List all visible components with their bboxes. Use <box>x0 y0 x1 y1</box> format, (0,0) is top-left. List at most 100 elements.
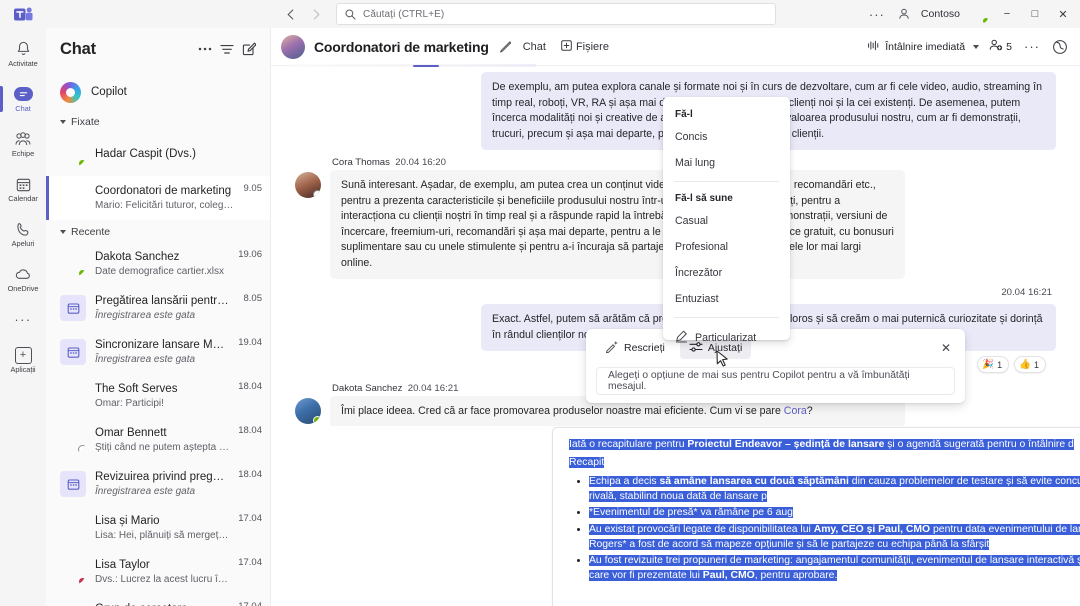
list-item: Au existat provocări legate de disponibi… <box>589 522 1080 552</box>
compose-content[interactable]: Iată o recapitulare pentru Proiectul End… <box>569 437 1080 584</box>
sidebar-label-activity: Activitate <box>8 58 38 68</box>
sidebar-more-button[interactable]: ··· <box>14 302 31 336</box>
copilot-adjust-menu[interactable]: Fă-l Concis Mai lung Fă-l să sune Casual… <box>663 97 790 344</box>
message-author: Dakota Sanchez <box>332 383 403 394</box>
compose-recap-label: Recapit <box>569 456 605 468</box>
compose-intro-bold: Proiectul Endeavor – ședință de lansare <box>687 439 885 450</box>
title-bar-right: ··· Contoso − □ ✕ <box>862 0 1076 28</box>
section-recent[interactable]: Recente <box>46 220 270 242</box>
compose-icon[interactable] <box>238 38 260 60</box>
chevron-down-icon[interactable] <box>973 44 980 49</box>
list-item[interactable]: Omar Bennett Știți când ne putem aștepta… <box>46 418 270 462</box>
chevron-down-icon <box>60 230 66 234</box>
menu-item-casual[interactable]: Casual <box>663 208 790 234</box>
bullet-a: Au existat provocări legate de disponibi… <box>589 523 814 535</box>
chat-preview: Lisa: Hei, plănuiți să mergeți la birou … <box>95 530 229 541</box>
copilot-hint-text: Alegeți o opțiune de mai sus pentru Copi… <box>596 367 955 395</box>
menu-item-concise[interactable]: Concis <box>663 124 790 150</box>
chat-time: 17.04 <box>238 601 262 606</box>
sidebar-item-teams[interactable]: Echipe <box>0 122 46 166</box>
sidebar-item-chat[interactable]: Chat <box>0 77 46 121</box>
chat-preview: Înregistrarea este gata <box>95 310 196 321</box>
minimize-button[interactable]: − <box>994 0 1020 28</box>
search-input[interactable]: Căutați (CTRL+E) <box>363 9 444 20</box>
close-icon[interactable]: ✕ <box>941 341 955 355</box>
list-item[interactable]: Dakota Sanchez Date demografice cartier.… <box>46 242 270 286</box>
tab-files[interactable]: Fișiere <box>558 39 612 54</box>
chat-list-more-icon[interactable] <box>194 38 216 60</box>
mouse-cursor <box>716 350 729 374</box>
user-avatar[interactable] <box>970 5 989 24</box>
window-nav <box>278 3 328 25</box>
menu-item-confident[interactable]: Încrezător <box>663 260 790 286</box>
titlebar-more-button[interactable]: ··· <box>862 7 892 22</box>
chat-item-copilot[interactable]: Copilot <box>46 74 270 110</box>
back-button[interactable] <box>278 3 302 25</box>
left-rail: Activitate Chat Echipe Calendar Apeluri … <box>0 28 46 606</box>
menu-item-enthusiastic[interactable]: Entuziast <box>663 286 790 312</box>
person-icon[interactable] <box>894 8 914 20</box>
conversation-avatar[interactable] <box>281 34 305 59</box>
forward-button[interactable] <box>304 3 328 25</box>
conversation-more-button[interactable]: ··· <box>1019 39 1045 54</box>
avatar <box>295 172 321 198</box>
chat-name: Pregătirea lansării pentru Proiectul A..… <box>95 295 235 307</box>
filter-icon[interactable] <box>216 38 238 60</box>
tab-chat[interactable]: Chat <box>520 41 549 53</box>
list-item[interactable]: Pregătirea lansării pentru Proiectul A..… <box>46 286 270 330</box>
chat-time: 18.04 <box>238 469 262 480</box>
sidebar-item-calls[interactable]: Apeluri <box>0 212 46 256</box>
sidebar-item-activity[interactable]: Activitate <box>0 32 46 76</box>
list-item[interactable]: Hadar Caspit (Dvs.) <box>46 132 270 176</box>
title-bar: Căutați (CTRL+E) ··· Contoso − □ ✕ <box>0 0 1080 28</box>
bullet-a: Echipa a decis <box>589 476 660 487</box>
org-label[interactable]: Contoso <box>916 8 965 20</box>
sidebar-item-onedrive[interactable]: OneDrive <box>0 257 46 301</box>
meet-now-button[interactable]: Întâlnire imediată <box>864 40 982 54</box>
chat-list-scroll[interactable]: Copilot Fixate Hadar Caspit (Dvs.) Coord… <box>46 70 270 606</box>
chat-list-header: Chat <box>46 28 270 70</box>
section-pinned[interactable]: Fixate <box>46 110 270 132</box>
message-compose-box[interactable]: Iată o recapitulare pentru Proiectul End… <box>552 427 1080 606</box>
menu-item-custom-label: Particularizat <box>695 332 757 344</box>
chevron-down-icon <box>60 120 66 124</box>
list-item[interactable]: Lisa Taylor Dvs.: Lucrez la acest lucru … <box>46 550 270 594</box>
chat-name: Lisa Taylor <box>95 559 150 571</box>
menu-item-longer[interactable]: Mai lung <box>663 150 790 176</box>
list-item[interactable]: Sincronizare lansare Mark 8 Înregistrare… <box>46 330 270 374</box>
menu-item-custom[interactable]: Particularizat <box>663 323 790 353</box>
magic-wand-icon <box>605 340 619 356</box>
pencil-icon[interactable] <box>499 40 511 53</box>
section-label-pinned: Fixate <box>71 116 100 128</box>
sidebar-item-calendar[interactable]: Calendar <box>0 167 46 211</box>
teams-window: Căutați (CTRL+E) ··· Contoso − □ ✕ Activ… <box>0 0 1080 606</box>
chat-name: Dakota Sanchez <box>95 251 180 263</box>
reaction-count: 1 <box>1033 359 1039 370</box>
participants-button[interactable]: 5 <box>985 39 1016 54</box>
avatar <box>60 185 86 211</box>
chat-list-panel: Chat Copilot Fixate Hadar Caspit (Dvs.) … <box>46 28 271 606</box>
meet-now-icon <box>867 40 880 54</box>
search-box[interactable]: Căutați (CTRL+E) <box>336 3 776 25</box>
presence-online-badge <box>982 16 989 24</box>
reaction-pill[interactable]: 🎉 1 <box>977 356 1010 373</box>
list-item-selected[interactable]: Coordonatori de marketing Mario: Felicit… <box>46 176 270 220</box>
chat-preview: Mario: Felicitări tuturor, colegilor mei… <box>95 200 235 211</box>
list-item[interactable]: Grup de cercetare Kai: Înainte să uit, i… <box>46 594 270 606</box>
menu-item-professional[interactable]: Profesional <box>663 234 790 260</box>
sidebar-item-apps[interactable]: + Aplicații <box>0 338 46 382</box>
teams-logo-icon <box>0 0 46 28</box>
menu-group-title-sound: Fă-l să sune <box>675 193 733 204</box>
reaction-pill[interactable]: 👍 1 <box>1014 356 1046 373</box>
chat-time: 8.05 <box>243 293 263 304</box>
close-button[interactable]: ✕ <box>1050 0 1076 28</box>
page-title: Chat <box>60 39 96 58</box>
list-item[interactable]: The Soft Serves Omar: Participi! 18.04 <box>46 374 270 418</box>
reaction-count: 1 <box>997 359 1003 370</box>
list-item[interactable]: Lisa și Mario Lisa: Hei, plănuiți să mer… <box>46 506 270 550</box>
mention-link[interactable]: Cora <box>784 405 807 417</box>
maximize-button[interactable]: □ <box>1022 0 1048 28</box>
bullet-b: Amy, CEO și Paul, CMO <box>813 523 931 535</box>
copilot-panel-icon[interactable] <box>1048 35 1072 59</box>
list-item[interactable]: Revizuirea privind pregătirea de lansa..… <box>46 462 270 506</box>
